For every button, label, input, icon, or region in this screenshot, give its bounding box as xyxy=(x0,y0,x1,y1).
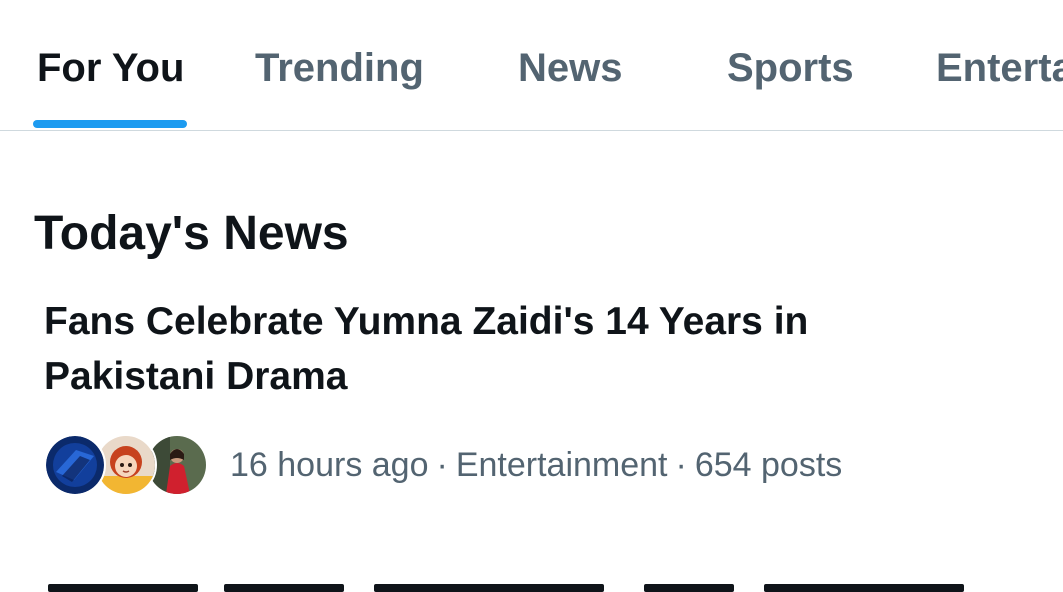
meta-separator: · xyxy=(675,446,687,484)
story-time: 16 hours ago xyxy=(230,446,429,484)
tab-news[interactable]: News xyxy=(518,44,623,92)
story-post-count: 654 posts xyxy=(694,446,843,484)
meta-separator: · xyxy=(436,446,448,484)
next-story-peek[interactable] xyxy=(44,572,1024,592)
story-meta-text: 16 hours ago · Entertainment · 654 posts xyxy=(230,445,842,485)
tab-trending[interactable]: Trending xyxy=(255,44,424,92)
next-story-text-fragment xyxy=(374,584,604,592)
next-story-text-fragment xyxy=(48,584,198,592)
next-story-text-fragment xyxy=(764,584,964,592)
active-tab-indicator xyxy=(33,120,187,128)
next-story-text-fragment xyxy=(224,584,344,592)
story-headline[interactable]: Fans Celebrate Yumna Zaidi's 14 Years in… xyxy=(44,294,944,404)
story-meta: 16 hours ago · Entertainment · 654 posts xyxy=(44,434,842,496)
top-tab-bar: For You Trending News Sports Entertainme… xyxy=(0,0,1063,131)
tab-for-you[interactable]: For You xyxy=(37,44,184,92)
story-category: Entertainment xyxy=(455,446,668,484)
news-logo-avatar xyxy=(44,434,106,496)
tab-sports[interactable]: Sports xyxy=(727,44,854,92)
next-story-text-fragment xyxy=(644,584,734,592)
section-title: Today's News xyxy=(34,206,349,260)
news-story-card[interactable]: Fans Celebrate Yumna Zaidi's 14 Years in… xyxy=(44,294,1004,496)
tab-entertainment[interactable]: Entertainment xyxy=(936,44,1063,92)
avatar-stack xyxy=(44,434,208,496)
